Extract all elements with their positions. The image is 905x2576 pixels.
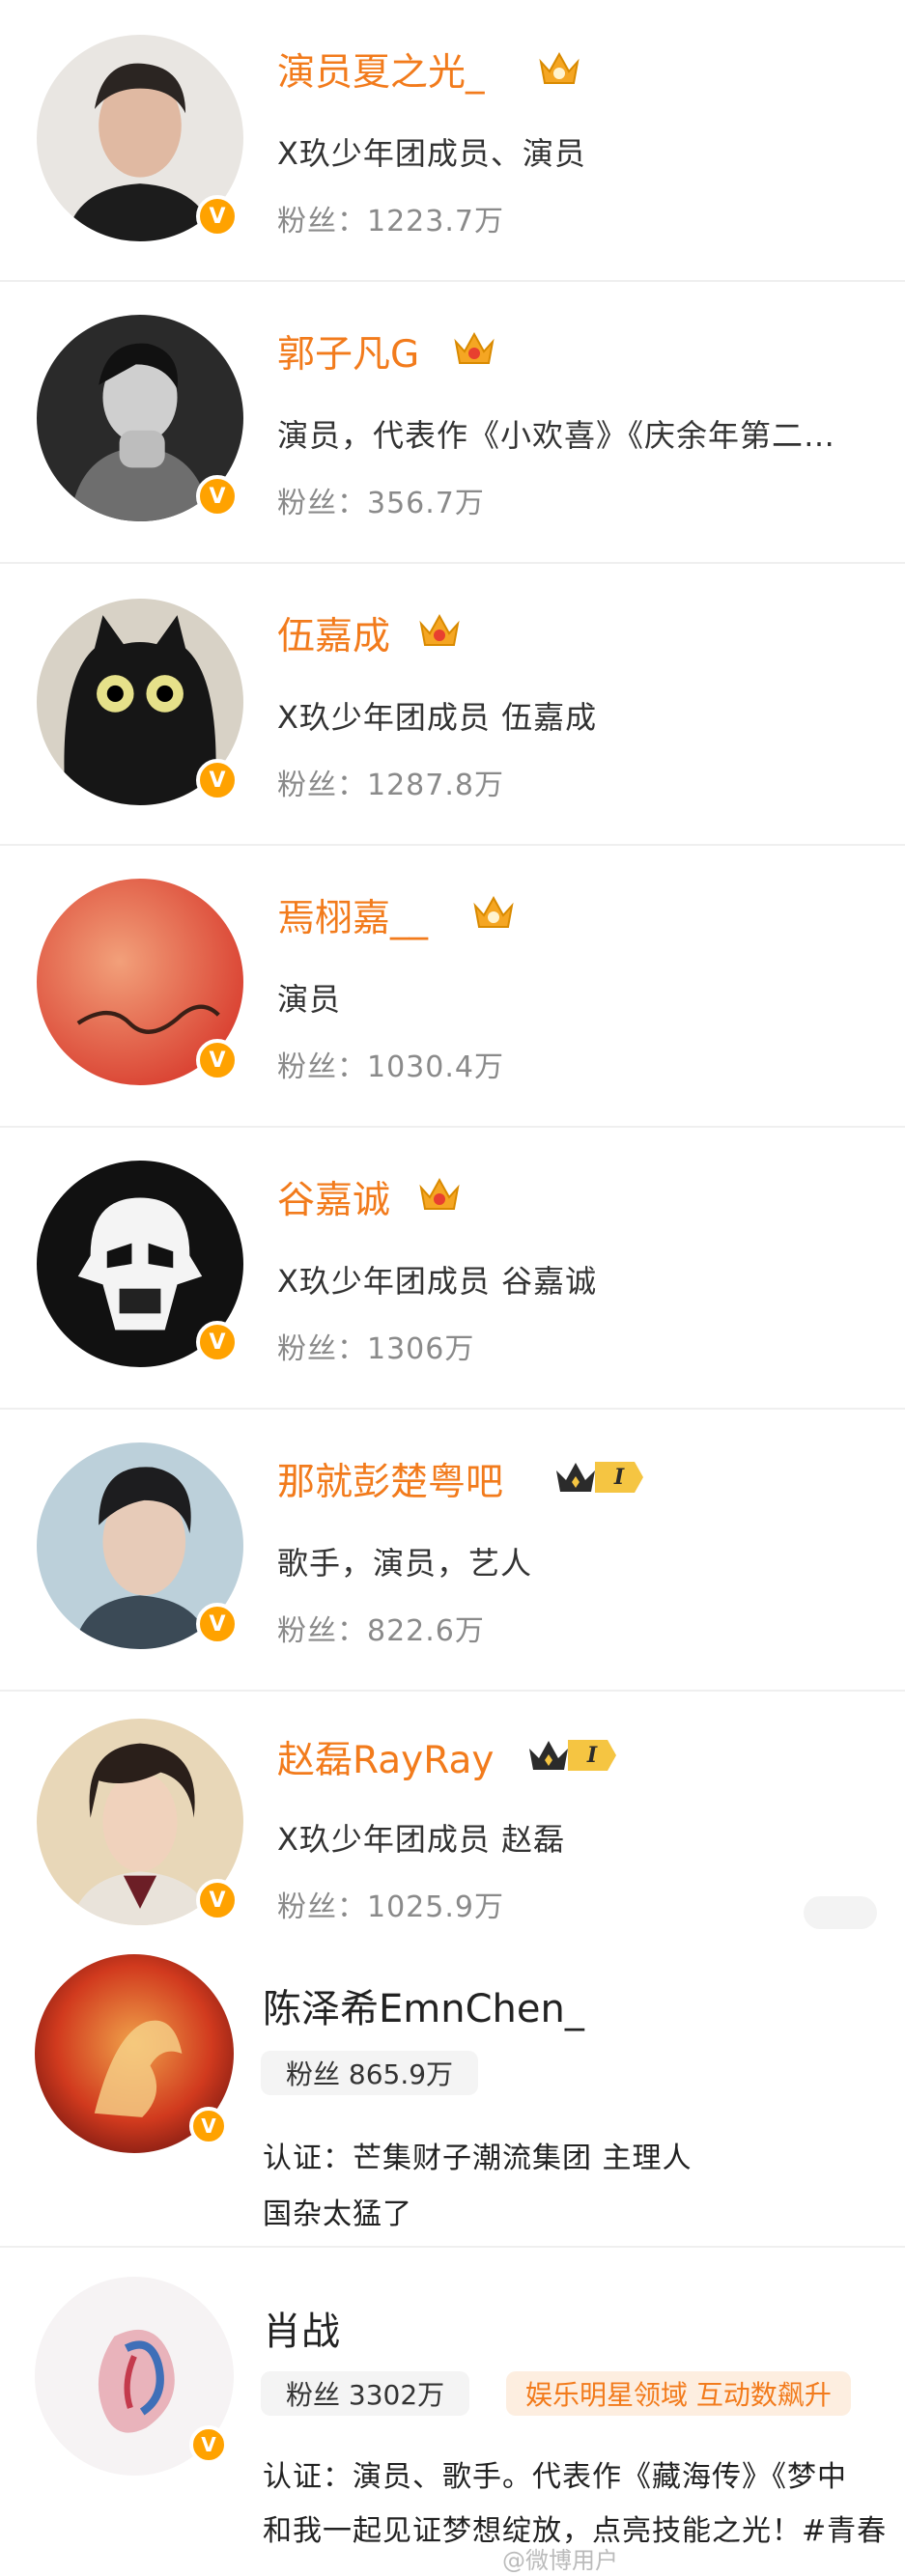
username[interactable]: 伍嘉成 bbox=[277, 606, 390, 660]
username[interactable]: 陈泽希EmnChen_ bbox=[263, 1977, 584, 2033]
fans-pill: 粉丝 3302万 bbox=[261, 2371, 470, 2416]
verification-text: 认证：芒集财子潮流集团 主理人 bbox=[263, 2142, 693, 2175]
verification-text: 认证：演员、歌手。代表作《藏海传》《梦中 bbox=[263, 2460, 847, 2494]
username[interactable]: 赵磊RayRay bbox=[277, 1730, 494, 1784]
user-row[interactable]: V 谷嘉诚 X玖少年团成员 谷嘉诚 粉丝：1306万 bbox=[0, 1128, 905, 1410]
user-description: X玖少年团成员 伍嘉成 bbox=[277, 699, 598, 736]
verified-icon: V bbox=[196, 759, 239, 801]
fans-count: 粉丝：1030.4万 bbox=[277, 1050, 504, 1084]
fans-count: 粉丝：1223.7万 bbox=[277, 205, 504, 238]
crown-icon bbox=[529, 1741, 568, 1770]
user-row[interactable]: V 赵磊RayRay I X玖少年团成员 赵磊 粉丝：1025.9万 bbox=[0, 1692, 905, 1945]
user-description: 演员 bbox=[277, 981, 342, 1018]
fans-count: 粉丝：1306万 bbox=[277, 1332, 475, 1366]
verified-icon: V bbox=[189, 2425, 228, 2464]
verified-icon: V bbox=[196, 475, 239, 518]
verified-icon: V bbox=[196, 1321, 239, 1363]
rank-level: I bbox=[595, 1462, 643, 1493]
fans-count: 粉丝：1287.8万 bbox=[277, 769, 504, 802]
vip-rank-badge: I bbox=[527, 1736, 616, 1775]
verified-icon: V bbox=[196, 195, 239, 238]
username[interactable]: 谷嘉诚 bbox=[277, 1170, 390, 1224]
scroll-indicator[interactable] bbox=[804, 1896, 877, 1929]
user-row[interactable]: V 演员夏之光_ X玖少年团成员、演员 粉丝：1223.7万 bbox=[0, 0, 905, 282]
user-row[interactable]: V 陈泽希EmnChen_ 粉丝 865.9万 认证：芒集财子潮流集团 主理人 … bbox=[0, 1945, 905, 2248]
username[interactable]: 焉栩嘉__ bbox=[277, 888, 428, 942]
user-row[interactable]: V 焉栩嘉__ 演员 粉丝：1030.4万 bbox=[0, 846, 905, 1128]
crown-icon bbox=[419, 613, 460, 646]
username[interactable]: 演员夏之光_ bbox=[277, 42, 485, 97]
user-row[interactable]: V 肖战 粉丝 3302万 娱乐明星领域 互动数飙升 认证：演员、歌手。代表作《… bbox=[0, 2248, 905, 2576]
fans-count: 粉丝：822.6万 bbox=[277, 1614, 485, 1648]
fans-pill: 粉丝 865.9万 bbox=[261, 2051, 479, 2095]
watermark: @微博用户 bbox=[502, 2547, 618, 2574]
crown-icon bbox=[419, 1177, 460, 1210]
crown-icon bbox=[473, 895, 514, 928]
user-description: X玖少年团成员、演员 bbox=[277, 135, 586, 172]
username[interactable]: 郭子凡G bbox=[277, 324, 419, 378]
crown-icon bbox=[539, 51, 580, 84]
fans-count: 粉丝：356.7万 bbox=[277, 487, 485, 520]
user-description: 歌手，演员，艺人 bbox=[277, 1545, 533, 1582]
user-row[interactable]: V 那就彭楚粤吧 I 歌手，演员，艺人 粉丝：822.6万 bbox=[0, 1410, 905, 1692]
user-bio: 国杂太猛了 bbox=[263, 2198, 412, 2231]
vip-rank-badge: I bbox=[554, 1458, 643, 1497]
verified-icon: V bbox=[196, 1879, 239, 1921]
username[interactable]: 肖战 bbox=[263, 2300, 340, 2356]
crown-icon bbox=[454, 331, 495, 364]
verified-icon: V bbox=[196, 1603, 239, 1645]
user-row[interactable]: V 郭子凡G 演员，代表作《小欢喜》《庆余年第二… 粉丝：356.7万 bbox=[0, 282, 905, 564]
user-description: 演员，代表作《小欢喜》《庆余年第二… bbox=[277, 417, 836, 454]
trending-tag[interactable]: 娱乐明星领域 互动数飙升 bbox=[506, 2371, 851, 2416]
user-description: X玖少年团成员 赵磊 bbox=[277, 1821, 566, 1858]
username[interactable]: 那就彭楚粤吧 bbox=[277, 1452, 503, 1506]
crown-icon bbox=[556, 1463, 595, 1492]
fans-count: 粉丝：1025.9万 bbox=[277, 1890, 504, 1924]
rank-level: I bbox=[568, 1740, 616, 1771]
user-row[interactable]: V 伍嘉成 X玖少年团成员 伍嘉成 粉丝：1287.8万 bbox=[0, 564, 905, 846]
verified-icon: V bbox=[196, 1039, 239, 1081]
user-description: X玖少年团成员 谷嘉诚 bbox=[277, 1263, 598, 1300]
verified-icon: V bbox=[189, 2107, 228, 2145]
